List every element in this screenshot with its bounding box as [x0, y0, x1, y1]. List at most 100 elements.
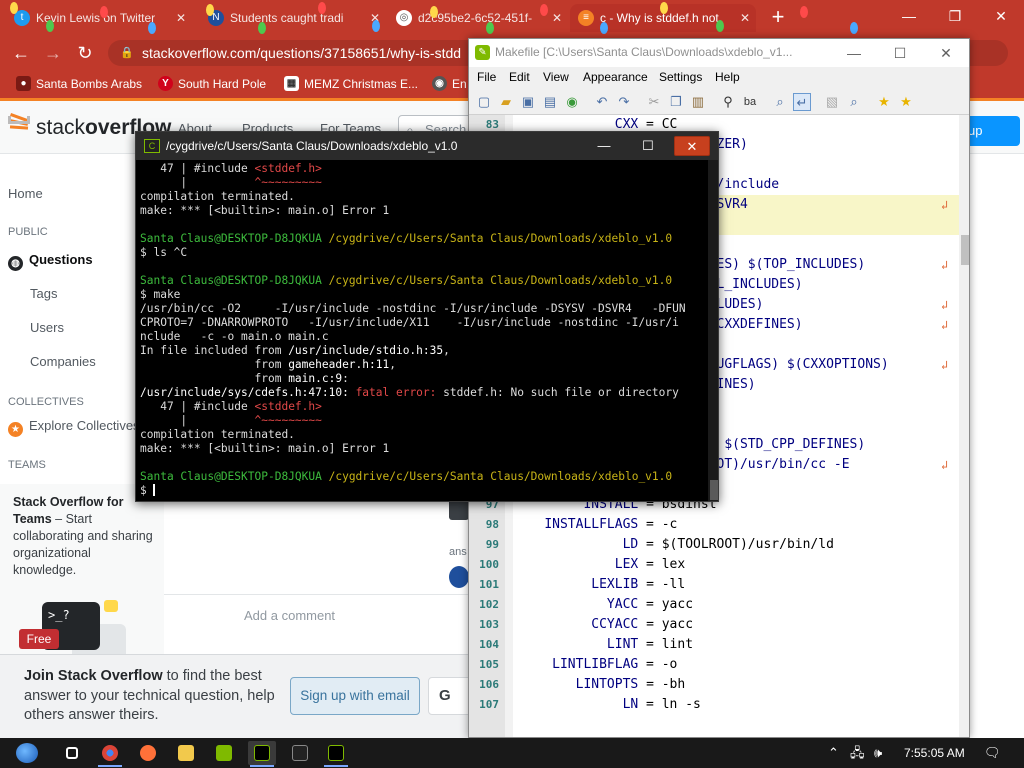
- search-icon[interactable]: ⌕: [845, 93, 863, 111]
- code-line[interactable]: 99 LD = $(TOOLROOT)/usr/bin/ld: [469, 535, 959, 555]
- taskbar-7zip[interactable]: [286, 741, 314, 765]
- volume-icon[interactable]: 🕪: [874, 738, 882, 768]
- taskbar-chrome[interactable]: [96, 741, 124, 767]
- npp-scrollbar[interactable]: [959, 115, 969, 737]
- close-icon[interactable]: ✕: [552, 4, 562, 32]
- taskbar-explorer[interactable]: [172, 741, 200, 765]
- close-icon[interactable]: ✕: [176, 4, 186, 32]
- terminal-output[interactable]: 47 | #include <stddef.h> | ^~~~~~~~~~ com…: [136, 160, 708, 501]
- terminal-text: ,: [389, 358, 396, 371]
- maximize-button[interactable]: ☐: [630, 136, 666, 156]
- code-text: LINTOPTS = -bh: [575, 677, 686, 692]
- chrome-icon: [102, 745, 118, 761]
- undo-icon[interactable]: ↶: [593, 93, 611, 111]
- task-view-button[interactable]: [58, 741, 86, 765]
- save-icon[interactable]: ▣: [519, 93, 537, 111]
- back-button[interactable]: ←: [8, 40, 34, 66]
- close-window-button[interactable]: ✕: [674, 136, 710, 156]
- replace-icon[interactable]: ba: [741, 93, 759, 111]
- bookmark-santa-bombs[interactable]: ● Santa Bombs Arabs: [16, 70, 142, 98]
- code-line[interactable]: 98 INSTALLFLAGS = -c: [469, 515, 959, 535]
- redo-icon[interactable]: ↷: [615, 93, 633, 111]
- terminal-scrollbar[interactable]: [708, 160, 718, 501]
- close-icon[interactable]: ✕: [370, 4, 380, 32]
- globe-icon: ◎: [396, 10, 412, 26]
- sidebar-item-users[interactable]: Users: [30, 320, 64, 335]
- tab-uuid[interactable]: ◎ d2c95be2-6c52-451f- ✕: [388, 4, 568, 32]
- minimize-button[interactable]: —: [586, 136, 622, 156]
- bookmark-memz[interactable]: ▦ MEMZ Christmas E...: [284, 70, 418, 98]
- taskbar-clock[interactable]: 7:55:05 AM: [904, 738, 965, 768]
- word-wrap-icon[interactable]: ↵: [793, 93, 811, 111]
- bookmark-star-icon[interactable]: ★: [875, 93, 893, 111]
- menu-help[interactable]: Help: [715, 70, 740, 84]
- code-line[interactable]: 101 LEXLIB = -ll: [469, 575, 959, 595]
- reload-button[interactable]: ↻: [72, 40, 98, 66]
- sidebar-item-questions[interactable]: ◍ Questions: [8, 252, 93, 271]
- code-line[interactable]: 102 YACC = yacc: [469, 595, 959, 615]
- new-file-icon[interactable]: ▢: [475, 93, 493, 111]
- terminal-title-bar[interactable]: C /cygdrive/c/Users/Santa Claus/Download…: [136, 132, 718, 160]
- code-line[interactable]: 106 LINTOPTS = -bh: [469, 675, 959, 695]
- taskbar-notepadpp[interactable]: [210, 741, 238, 765]
- user-avatar[interactable]: [449, 566, 469, 588]
- google-icon: G: [439, 687, 451, 704]
- minimize-button[interactable]: —: [886, 0, 932, 32]
- bookmark-south-hard-pole[interactable]: Y South Hard Pole: [158, 70, 266, 98]
- network-icon[interactable]: 🖧: [850, 738, 865, 768]
- zoom-icon[interactable]: ⌕: [771, 93, 789, 111]
- bookmark-next-icon[interactable]: ★: [897, 93, 915, 111]
- notifications-icon[interactable]: 🗨: [984, 738, 1001, 768]
- tab-twitter[interactable]: t Kevin Lewis on Twitter ✕: [6, 4, 192, 32]
- add-comment-link[interactable]: Add a comment: [244, 608, 335, 623]
- code-line[interactable]: 103 CCYACC = yacc: [469, 615, 959, 635]
- indent-guide-icon[interactable]: ▧: [823, 93, 841, 111]
- taskbar-cygwin-2[interactable]: [322, 741, 350, 767]
- cut-icon[interactable]: ✂: [645, 93, 663, 111]
- terminal-text: Santa Claus@DESKTOP-D8JQKUA: [140, 274, 322, 287]
- paste-icon[interactable]: ▥: [689, 93, 707, 111]
- find-icon[interactable]: ⚲: [719, 93, 737, 111]
- code-line[interactable]: 100 LEX = lex: [469, 555, 959, 575]
- menu-appearance[interactable]: Appearance: [583, 70, 648, 84]
- make-variable-value: yacc: [661, 617, 694, 632]
- taskbar-cygwin[interactable]: [248, 741, 276, 767]
- copy-icon[interactable]: ❐: [667, 93, 685, 111]
- restore-button[interactable]: ❐: [932, 0, 978, 32]
- save-all-icon[interactable]: ▤: [541, 93, 559, 111]
- sidebar-item-companies[interactable]: Companies: [30, 354, 96, 369]
- npp-title-bar[interactable]: ✎ Makefile [C:\Users\Santa Claus\Downloa…: [469, 39, 969, 67]
- terminal-line: 47 | #include <stddef.h>: [140, 162, 708, 176]
- close-window-button[interactable]: ✕: [923, 39, 969, 67]
- sidebar-item-home[interactable]: Home: [8, 186, 43, 201]
- code-line[interactable]: 105 LINTLIBFLAG = -o: [469, 655, 959, 675]
- forward-button[interactable]: →: [40, 40, 66, 66]
- open-folder-icon[interactable]: ▰: [497, 93, 515, 111]
- tab-label: Kevin Lewis on Twitter: [36, 11, 156, 25]
- menu-edit[interactable]: Edit: [509, 70, 530, 84]
- bookmark-en[interactable]: ◉ En: [432, 70, 467, 98]
- minimize-button[interactable]: —: [831, 39, 877, 67]
- tab-students[interactable]: N Students caught tradi ✕: [200, 4, 386, 32]
- signup-email-button[interactable]: Sign up with email: [290, 677, 420, 715]
- reload-icon[interactable]: ◉: [563, 93, 581, 111]
- start-button[interactable]: [8, 740, 44, 766]
- menu-settings[interactable]: Settings: [659, 70, 702, 84]
- code-line[interactable]: 104 LINT = lint: [469, 635, 959, 655]
- menu-view[interactable]: View: [543, 70, 569, 84]
- maximize-button[interactable]: ☐: [877, 39, 923, 67]
- new-tab-button[interactable]: +: [764, 4, 792, 32]
- code-line[interactable]: 107 LN = ln -s: [469, 695, 959, 715]
- scrollbar-thumb[interactable]: [961, 235, 969, 265]
- close-icon[interactable]: ✕: [740, 4, 750, 32]
- menu-file[interactable]: File: [477, 70, 496, 84]
- taskbar-firefox[interactable]: [134, 741, 162, 765]
- sidebar-item-tags[interactable]: Tags: [30, 286, 57, 301]
- tab-stackoverflow[interactable]: ≡ c - Why is stddef.h not ✕: [570, 4, 756, 32]
- show-hidden-icons[interactable]: ⌃: [828, 738, 839, 768]
- scrollbar-thumb[interactable]: [710, 480, 718, 500]
- close-window-button[interactable]: ✕: [978, 0, 1024, 32]
- terminal-text: /usr/bin/cc -O2 -I/usr/include -nostdinc…: [140, 302, 686, 315]
- sidebar-item-explore-collectives[interactable]: ★ Explore Collectives: [8, 418, 140, 437]
